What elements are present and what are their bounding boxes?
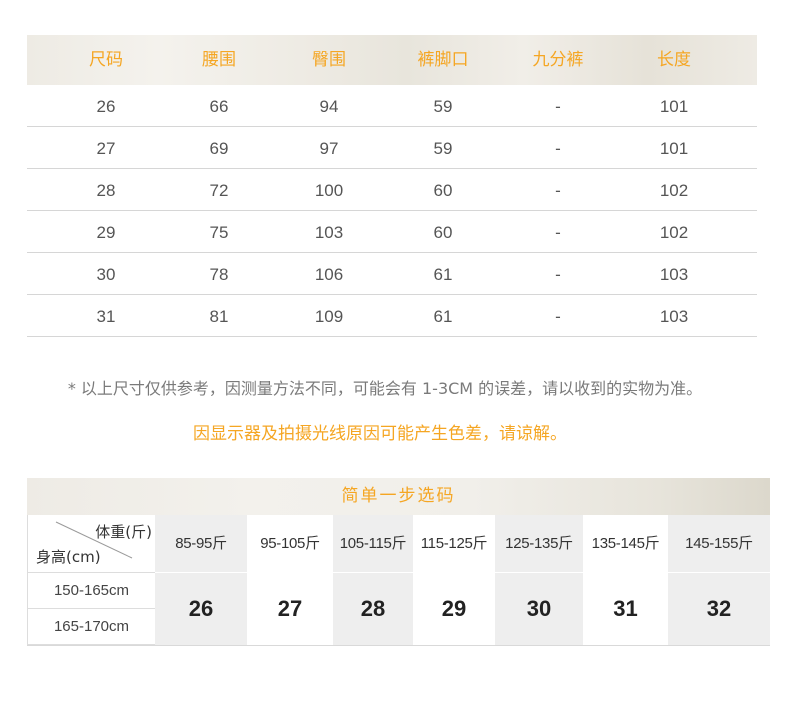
recommended-size-cell: 26 (155, 573, 247, 645)
cell-size: 26 (96, 97, 116, 116)
quick-size-select-table: 简单一步选码 体重(斤) 身高(cm) 85-95斤 95-105斤 105-1… (27, 478, 770, 646)
cell-leg-opening: 60 (433, 223, 453, 242)
header-waist: 腰围 (202, 50, 236, 70)
cell-waist: 69 (209, 139, 229, 158)
recommended-size-cell: 31 (613, 596, 638, 621)
height-range-cell: 165-170cm (27, 609, 155, 645)
corner-header-cell: 体重(斤) 身高(cm) (27, 515, 155, 573)
recommended-size-cell: 28 (333, 573, 413, 645)
header-length: 长度 (657, 50, 691, 70)
cell-leg-opening: 61 (433, 265, 453, 284)
table-row: 27 69 97 59 - 101 (27, 127, 757, 169)
weight-range-cell: 125-135斤 (495, 515, 583, 572)
table-row: 29 75 103 60 - 102 (27, 211, 757, 253)
header-hip: 臀围 (312, 50, 346, 70)
header-cropped: 九分裤 (532, 50, 584, 70)
cell-hip: 100 (314, 181, 344, 200)
cell-length: 101 (659, 139, 689, 158)
cell-size: 31 (96, 307, 116, 326)
size-chart-table: 尺码 腰围 臀围 裤脚口 九分裤 长度 26 66 94 59 - 101 27… (27, 35, 757, 337)
cell-cropped: - (555, 139, 561, 158)
cell-hip: 103 (314, 223, 344, 242)
cell-length: 103 (659, 265, 689, 284)
weight-range-cell: 115-125斤 (420, 535, 488, 552)
recommended-size-cell: 27 (277, 596, 303, 621)
cell-leg-opening: 59 (433, 139, 453, 158)
cell-waist: 75 (209, 223, 229, 242)
table-bottom-border (27, 645, 770, 646)
cell-waist: 81 (209, 307, 229, 326)
table-row: 31 81 109 61 - 103 (27, 295, 757, 337)
table-row: 26 66 94 59 - 101 (27, 85, 757, 127)
cell-length: 101 (659, 97, 689, 116)
recommended-size-cell: 29 (441, 596, 467, 621)
cell-waist: 78 (209, 265, 229, 284)
quick-select-title: 简单一步选码 (27, 478, 770, 515)
cell-length: 102 (659, 223, 689, 242)
cell-cropped: - (555, 265, 561, 284)
cell-size: 30 (96, 265, 116, 284)
height-axis-label: 身高(cm) (36, 548, 101, 566)
header-leg-opening: 裤脚口 (417, 50, 469, 70)
cell-size: 28 (96, 181, 116, 200)
cell-waist: 72 (209, 181, 229, 200)
cell-hip: 109 (314, 307, 344, 326)
cell-cropped: - (555, 223, 561, 242)
weight-axis-label: 体重(斤) (95, 523, 152, 541)
table-row: 28 72 100 60 - 102 (27, 169, 757, 211)
cell-length: 102 (659, 181, 689, 200)
recommended-size-cell: 32 (668, 573, 770, 645)
weight-range-cell: 105-115斤 (333, 515, 413, 572)
measurement-disclaimer: * 以上尺寸仅供参考，因测量方法不同，可能会有 1-3CM 的误差，请以收到的实… (67, 379, 703, 398)
cell-leg-opening: 60 (433, 181, 453, 200)
table-row: 30 78 106 61 - 103 (27, 253, 757, 295)
cell-cropped: - (555, 307, 561, 326)
cell-leg-opening: 61 (433, 307, 453, 326)
cell-hip: 94 (319, 97, 339, 116)
cell-hip: 106 (314, 265, 344, 284)
weight-range-cell: 145-155斤 (668, 515, 770, 572)
cell-cropped: - (555, 181, 561, 200)
weight-range-cell: 95-105斤 (260, 535, 320, 552)
recommended-size-cell: 30 (495, 573, 583, 645)
size-chart-header: 尺码 腰围 臀围 裤脚口 九分裤 长度 (27, 35, 757, 85)
cell-waist: 66 (209, 97, 229, 116)
weight-range-cell: 135-145斤 (591, 535, 660, 552)
cell-leg-opening: 59 (433, 97, 453, 116)
weight-range-cell: 85-95斤 (155, 515, 247, 572)
cell-size: 27 (96, 139, 116, 158)
cell-length: 103 (659, 307, 689, 326)
cell-cropped: - (555, 97, 561, 116)
cell-hip: 97 (319, 139, 339, 158)
height-range-cell: 150-165cm (27, 573, 155, 609)
color-difference-notice: 因显示器及拍摄光线原因可能产生色差，请谅解。 (193, 424, 567, 444)
cell-size: 29 (96, 223, 116, 242)
header-size: 尺码 (89, 50, 123, 70)
